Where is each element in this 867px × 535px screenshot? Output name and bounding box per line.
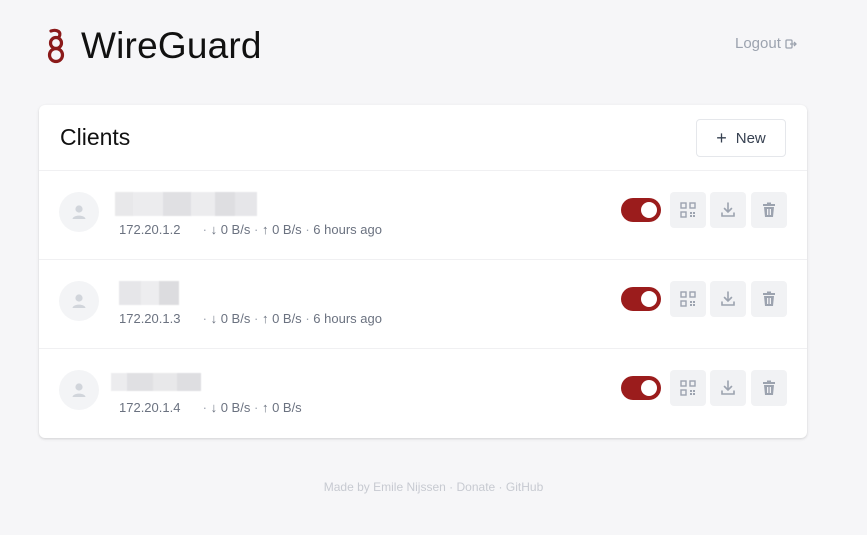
user-icon	[72, 294, 86, 308]
delete-client-button[interactable]	[751, 281, 787, 317]
avatar	[59, 192, 99, 232]
card-header: Clients + New	[39, 105, 807, 171]
download-rate: 0 B/s	[220, 222, 251, 237]
download-rate: 0 B/s	[220, 400, 251, 415]
arrow-up-icon: ↑	[261, 400, 269, 415]
client-meta: 172.20.1.3 · ↓ 0 B/s · ↑ 0 B/s · 6 hours…	[119, 311, 382, 326]
arrow-down-icon: ↓	[210, 311, 218, 326]
client-row: 172.20.1.3 · ↓ 0 B/s · ↑ 0 B/s · 6 hours…	[39, 260, 807, 349]
client-row: 172.20.1.2 · ↓ 0 B/s · ↑ 0 B/s · 6 hours…	[39, 171, 807, 260]
download-icon	[721, 380, 735, 395]
user-icon	[72, 205, 86, 219]
logout-icon	[785, 38, 797, 49]
plus-icon: +	[716, 128, 727, 148]
footer: Made by Emile Nijssen · Donate · GitHub	[0, 480, 867, 494]
client-ip: 172.20.1.2	[119, 222, 181, 237]
card-title: Clients	[60, 124, 131, 150]
footer-prefix: Made by	[323, 480, 370, 494]
client-name-redacted[interactable]	[115, 192, 257, 216]
arrow-up-icon: ↑	[261, 222, 269, 237]
client-name-redacted[interactable]	[111, 373, 201, 391]
show-qr-button[interactable]	[670, 281, 706, 317]
trash-icon	[763, 202, 775, 217]
show-qr-button[interactable]	[670, 370, 706, 406]
enable-toggle[interactable]	[621, 198, 661, 222]
download-config-button[interactable]	[710, 281, 746, 317]
new-button-label: New	[735, 129, 766, 147]
qrcode-icon	[680, 202, 696, 218]
download-icon	[721, 291, 735, 306]
arrow-down-icon: ↓	[210, 400, 218, 415]
qrcode-icon	[680, 380, 696, 396]
last-seen: 6 hours ago	[313, 222, 382, 237]
client-name-redacted[interactable]	[119, 281, 179, 305]
client-ip: 172.20.1.3	[119, 311, 181, 326]
delete-client-button[interactable]	[751, 192, 787, 228]
delete-client-button[interactable]	[751, 370, 787, 406]
github-link[interactable]: GitHub	[506, 480, 543, 494]
client-meta: 172.20.1.4 · ↓ 0 B/s · ↑ 0 B/s	[119, 400, 302, 415]
user-icon	[72, 383, 86, 397]
arrow-up-icon: ↑	[261, 311, 269, 326]
client-ip: 172.20.1.4	[119, 400, 181, 415]
wireguard-logo-icon	[47, 28, 65, 64]
donate-link[interactable]: Donate	[457, 480, 496, 494]
download-config-button[interactable]	[710, 192, 746, 228]
clients-card: Clients + New 172.20.1.2 · ↓ 0 B/s · ↑ 0…	[39, 105, 807, 438]
trash-icon	[763, 380, 775, 395]
qrcode-icon	[680, 291, 696, 307]
logout-link[interactable]: Logout	[735, 35, 797, 52]
logout-label: Logout	[735, 35, 781, 52]
new-client-button[interactable]: + New	[696, 119, 786, 157]
app-title: WireGuard	[81, 25, 262, 66]
arrow-down-icon: ↓	[210, 222, 218, 237]
download-icon	[721, 202, 735, 217]
footer-separator: ·	[449, 480, 454, 494]
enable-toggle[interactable]	[621, 376, 661, 400]
download-rate: 0 B/s	[220, 311, 251, 326]
upload-rate: 0 B/s	[272, 311, 302, 326]
download-config-button[interactable]	[710, 370, 746, 406]
avatar	[59, 370, 99, 410]
upload-rate: 0 B/s	[272, 222, 302, 237]
upload-rate: 0 B/s	[272, 400, 302, 415]
author-link[interactable]: Emile Nijssen	[373, 480, 446, 494]
enable-toggle[interactable]	[621, 287, 661, 311]
footer-separator: ·	[498, 480, 503, 494]
last-seen: 6 hours ago	[313, 311, 382, 326]
client-row: 172.20.1.4 · ↓ 0 B/s · ↑ 0 B/s	[39, 349, 807, 438]
show-qr-button[interactable]	[670, 192, 706, 228]
header: WireGuard	[45, 25, 262, 67]
avatar	[59, 281, 99, 321]
trash-icon	[763, 291, 775, 306]
client-meta: 172.20.1.2 · ↓ 0 B/s · ↑ 0 B/s · 6 hours…	[119, 222, 382, 237]
